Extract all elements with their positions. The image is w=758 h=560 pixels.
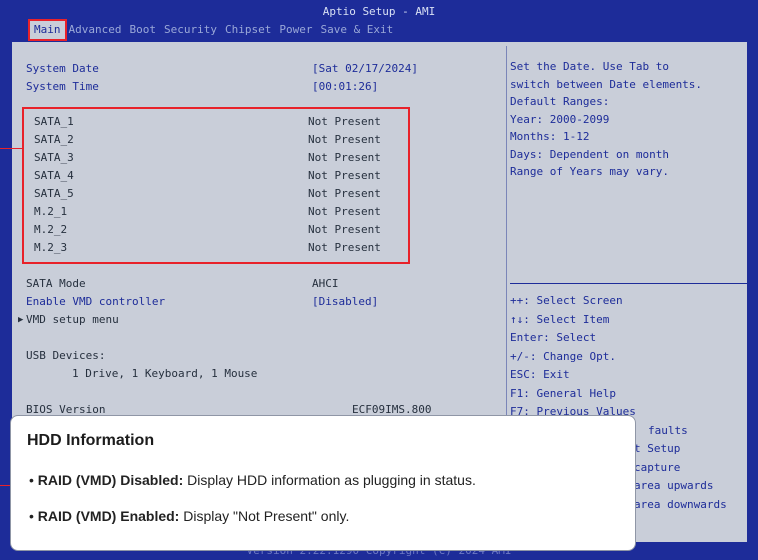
- drive-row: SATA_1 Not Present: [34, 113, 404, 131]
- drive-status: Not Present: [308, 151, 381, 164]
- system-time-label: System Time: [26, 80, 99, 93]
- help-divider: [510, 283, 748, 284]
- menu-bar: Main Advanced Boot Security Chipset Powe…: [28, 19, 397, 41]
- system-date-row[interactable]: System Date [Sat 02/17/2024]: [26, 60, 418, 78]
- bullet-term: RAID (VMD) Disabled:: [37, 472, 184, 488]
- hdd-info-callout: HDD Information • RAID (VMD) Disabled: D…: [10, 415, 636, 551]
- drive-status: Not Present: [308, 133, 381, 146]
- callout-line: [0, 148, 22, 149]
- drive-name: SATA_1: [34, 115, 74, 128]
- drive-name: M.2_2: [34, 223, 68, 236]
- system-time-row[interactable]: System Time [00:01:26]: [26, 78, 378, 96]
- drive-row: M.2_2 Not Present: [34, 221, 404, 239]
- menu-save-exit[interactable]: Save & Exit: [316, 21, 397, 39]
- help-text: Set the Date. Use Tab to switch between …: [510, 58, 750, 181]
- help-line: Days: Dependent on month: [510, 147, 669, 161]
- vmd-setup-menu-label: VMD setup menu: [26, 313, 119, 326]
- drive-row: SATA_5 Not Present: [34, 185, 404, 203]
- menu-chipset[interactable]: Chipset: [221, 21, 275, 39]
- key-line: ESC: Exit: [510, 368, 570, 381]
- vmd-controller-row[interactable]: Enable VMD controller [Disabled]: [26, 293, 378, 311]
- drive-status: Not Present: [308, 187, 381, 200]
- key-line: Enter: Select: [510, 331, 597, 344]
- system-date-label: System Date: [26, 62, 99, 75]
- callout-bullet: • RAID (VMD) Disabled: Display HDD infor…: [29, 472, 476, 488]
- drive-status: Not Present: [308, 115, 381, 128]
- drive-row: M.2_1 Not Present: [34, 203, 404, 221]
- menu-main[interactable]: Main: [28, 19, 67, 41]
- drive-row: SATA_3 Not Present: [34, 149, 404, 167]
- drive-row: M.2_3 Not Present: [34, 239, 404, 257]
- key-line: ↑↓: Select Item: [510, 312, 610, 326]
- usb-devices-label: USB Devices:: [26, 349, 106, 362]
- key-line: F1: General Help: [510, 386, 616, 400]
- submenu-arrow-icon: ▶: [18, 315, 24, 325]
- drive-name: SATA_4: [34, 169, 74, 182]
- callout-title: HDD Information: [27, 432, 155, 449]
- help-line: switch between Date elements.: [510, 77, 703, 91]
- drive-status: Not Present: [308, 223, 381, 236]
- key-line: +/-: Change Opt.: [510, 349, 616, 363]
- window-title: Aptio Setup - AMI: [322, 5, 436, 18]
- drive-status: Not Present: [308, 169, 381, 182]
- help-line: Range of Years may vary.: [510, 165, 669, 178]
- drive-name: SATA_3: [34, 151, 74, 164]
- drive-name: SATA_5: [34, 187, 74, 200]
- drive-status: Not Present: [308, 241, 381, 254]
- bullet-term: RAID (VMD) Enabled:: [37, 508, 180, 524]
- system-date-value[interactable]: [Sat 02/17/2024]: [312, 60, 418, 78]
- menu-advanced[interactable]: Advanced: [65, 21, 126, 39]
- callout-bullet: • RAID (VMD) Enabled: Display "Not Prese…: [29, 508, 350, 524]
- drive-list-highlight: SATA_1 Not Present SATA_2 Not Present SATA…: [22, 107, 410, 264]
- sata-mode-label: SATA Mode: [26, 277, 86, 290]
- usb-devices-row: USB Devices:: [26, 347, 105, 365]
- key-line: ++: Select Screen: [510, 294, 623, 307]
- bullet-desc: Display "Not Present" only.: [179, 508, 350, 524]
- bullet-desc: Display HDD information as plugging in s…: [183, 472, 476, 488]
- sata-mode-row: SATA Mode AHCI: [26, 275, 339, 293]
- vmd-controller-label: Enable VMD controller: [26, 295, 166, 308]
- help-line: Set the Date. Use Tab to: [510, 60, 669, 73]
- menu-security[interactable]: Security: [160, 21, 221, 39]
- drive-row: SATA_2 Not Present: [34, 131, 404, 149]
- callout-line: [0, 485, 10, 486]
- drive-name: M.2_3: [34, 241, 68, 254]
- help-line: Months: 1-12: [510, 130, 590, 143]
- sata-mode-value: AHCI: [312, 277, 339, 290]
- drive-name: M.2_1: [34, 205, 68, 218]
- help-line: Default Ranges:: [510, 95, 610, 108]
- help-line: Year: 2000-2099: [510, 112, 610, 126]
- menu-boot[interactable]: Boot: [125, 21, 160, 39]
- system-time-value[interactable]: [00:01:26]: [312, 78, 378, 96]
- drive-row: SATA_4 Not Present: [34, 167, 404, 185]
- drive-status: Not Present: [308, 205, 381, 218]
- usb-devices-value: 1 Drive, 1 Keyboard, 1 Mouse: [72, 367, 258, 380]
- vmd-setup-menu-row[interactable]: VMD setup menu: [26, 311, 119, 329]
- menu-power[interactable]: Power: [275, 21, 316, 39]
- drive-name: SATA_2: [34, 133, 74, 146]
- vmd-controller-value[interactable]: [Disabled]: [312, 293, 378, 311]
